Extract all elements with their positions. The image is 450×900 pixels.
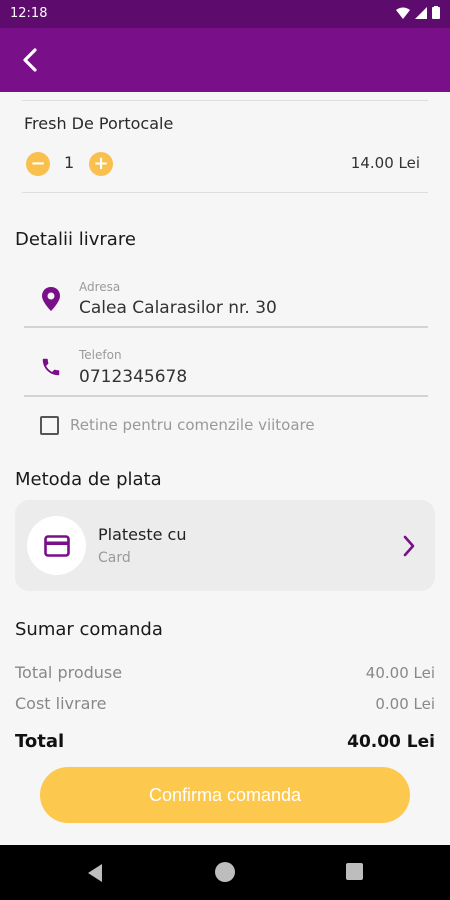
- products-total-label: Total produse: [15, 663, 123, 682]
- chevron-left-icon: [23, 48, 37, 72]
- location-pin-icon: [38, 286, 64, 312]
- phone-icon: [38, 354, 64, 380]
- address-label: Adresa: [79, 280, 121, 294]
- phone-underline: [24, 395, 428, 397]
- nav-home-icon[interactable]: [215, 862, 235, 882]
- remember-label: Retine pentru comenzile viitoare: [70, 416, 315, 434]
- quantity-value: 1: [64, 153, 75, 172]
- system-nav-bar: [0, 845, 450, 900]
- divider: [22, 192, 428, 193]
- summary-section-title: Sumar comanda: [15, 619, 163, 640]
- back-button[interactable]: [10, 40, 50, 80]
- phone-field[interactable]: 0712345678: [79, 367, 187, 387]
- checkout-content[interactable]: Fresh De Portocale − 1 + 14.00 Lei Detal…: [0, 92, 450, 845]
- phone-label: Telefon: [79, 348, 122, 362]
- payment-section-title: Metoda de plata: [15, 469, 162, 490]
- products-total-value: 40.00 Lei: [365, 664, 435, 682]
- total-label: Total: [15, 731, 65, 752]
- signal-icon: [415, 6, 427, 19]
- credit-card-icon: [43, 534, 70, 557]
- payment-option-title: Plateste cu: [98, 525, 187, 544]
- payment-method-card[interactable]: Plateste cu Card: [15, 500, 435, 591]
- delivery-cost-value: 0.00 Lei: [375, 695, 435, 713]
- address-field[interactable]: Calea Calarasilor nr. 30: [79, 298, 277, 318]
- product-name: Fresh De Portocale: [24, 114, 174, 133]
- remember-checkbox[interactable]: [40, 416, 59, 435]
- chevron-right-icon: [397, 531, 421, 561]
- divider: [22, 100, 428, 101]
- payment-icon-circle: [27, 516, 86, 575]
- status-time: 12:18: [10, 6, 48, 21]
- increase-quantity-button[interactable]: +: [89, 152, 113, 176]
- wifi-icon: [396, 7, 410, 19]
- battery-icon: [432, 6, 440, 19]
- confirm-order-button[interactable]: Confirma comanda: [40, 767, 410, 823]
- address-underline: [24, 326, 428, 328]
- total-value: 40.00 Lei: [347, 732, 435, 752]
- status-bar: 12:18: [0, 0, 450, 28]
- status-icons: [396, 6, 440, 19]
- app-bar: [0, 28, 450, 92]
- nav-recents-icon[interactable]: [346, 863, 363, 880]
- decrease-quantity-button[interactable]: −: [26, 152, 50, 176]
- delivery-cost-label: Cost livrare: [15, 694, 107, 713]
- payment-option-value: Card: [98, 550, 131, 566]
- nav-back-icon[interactable]: [84, 862, 106, 884]
- product-price: 14.00 Lei: [350, 154, 420, 172]
- delivery-section-title: Detalii livrare: [15, 229, 136, 250]
